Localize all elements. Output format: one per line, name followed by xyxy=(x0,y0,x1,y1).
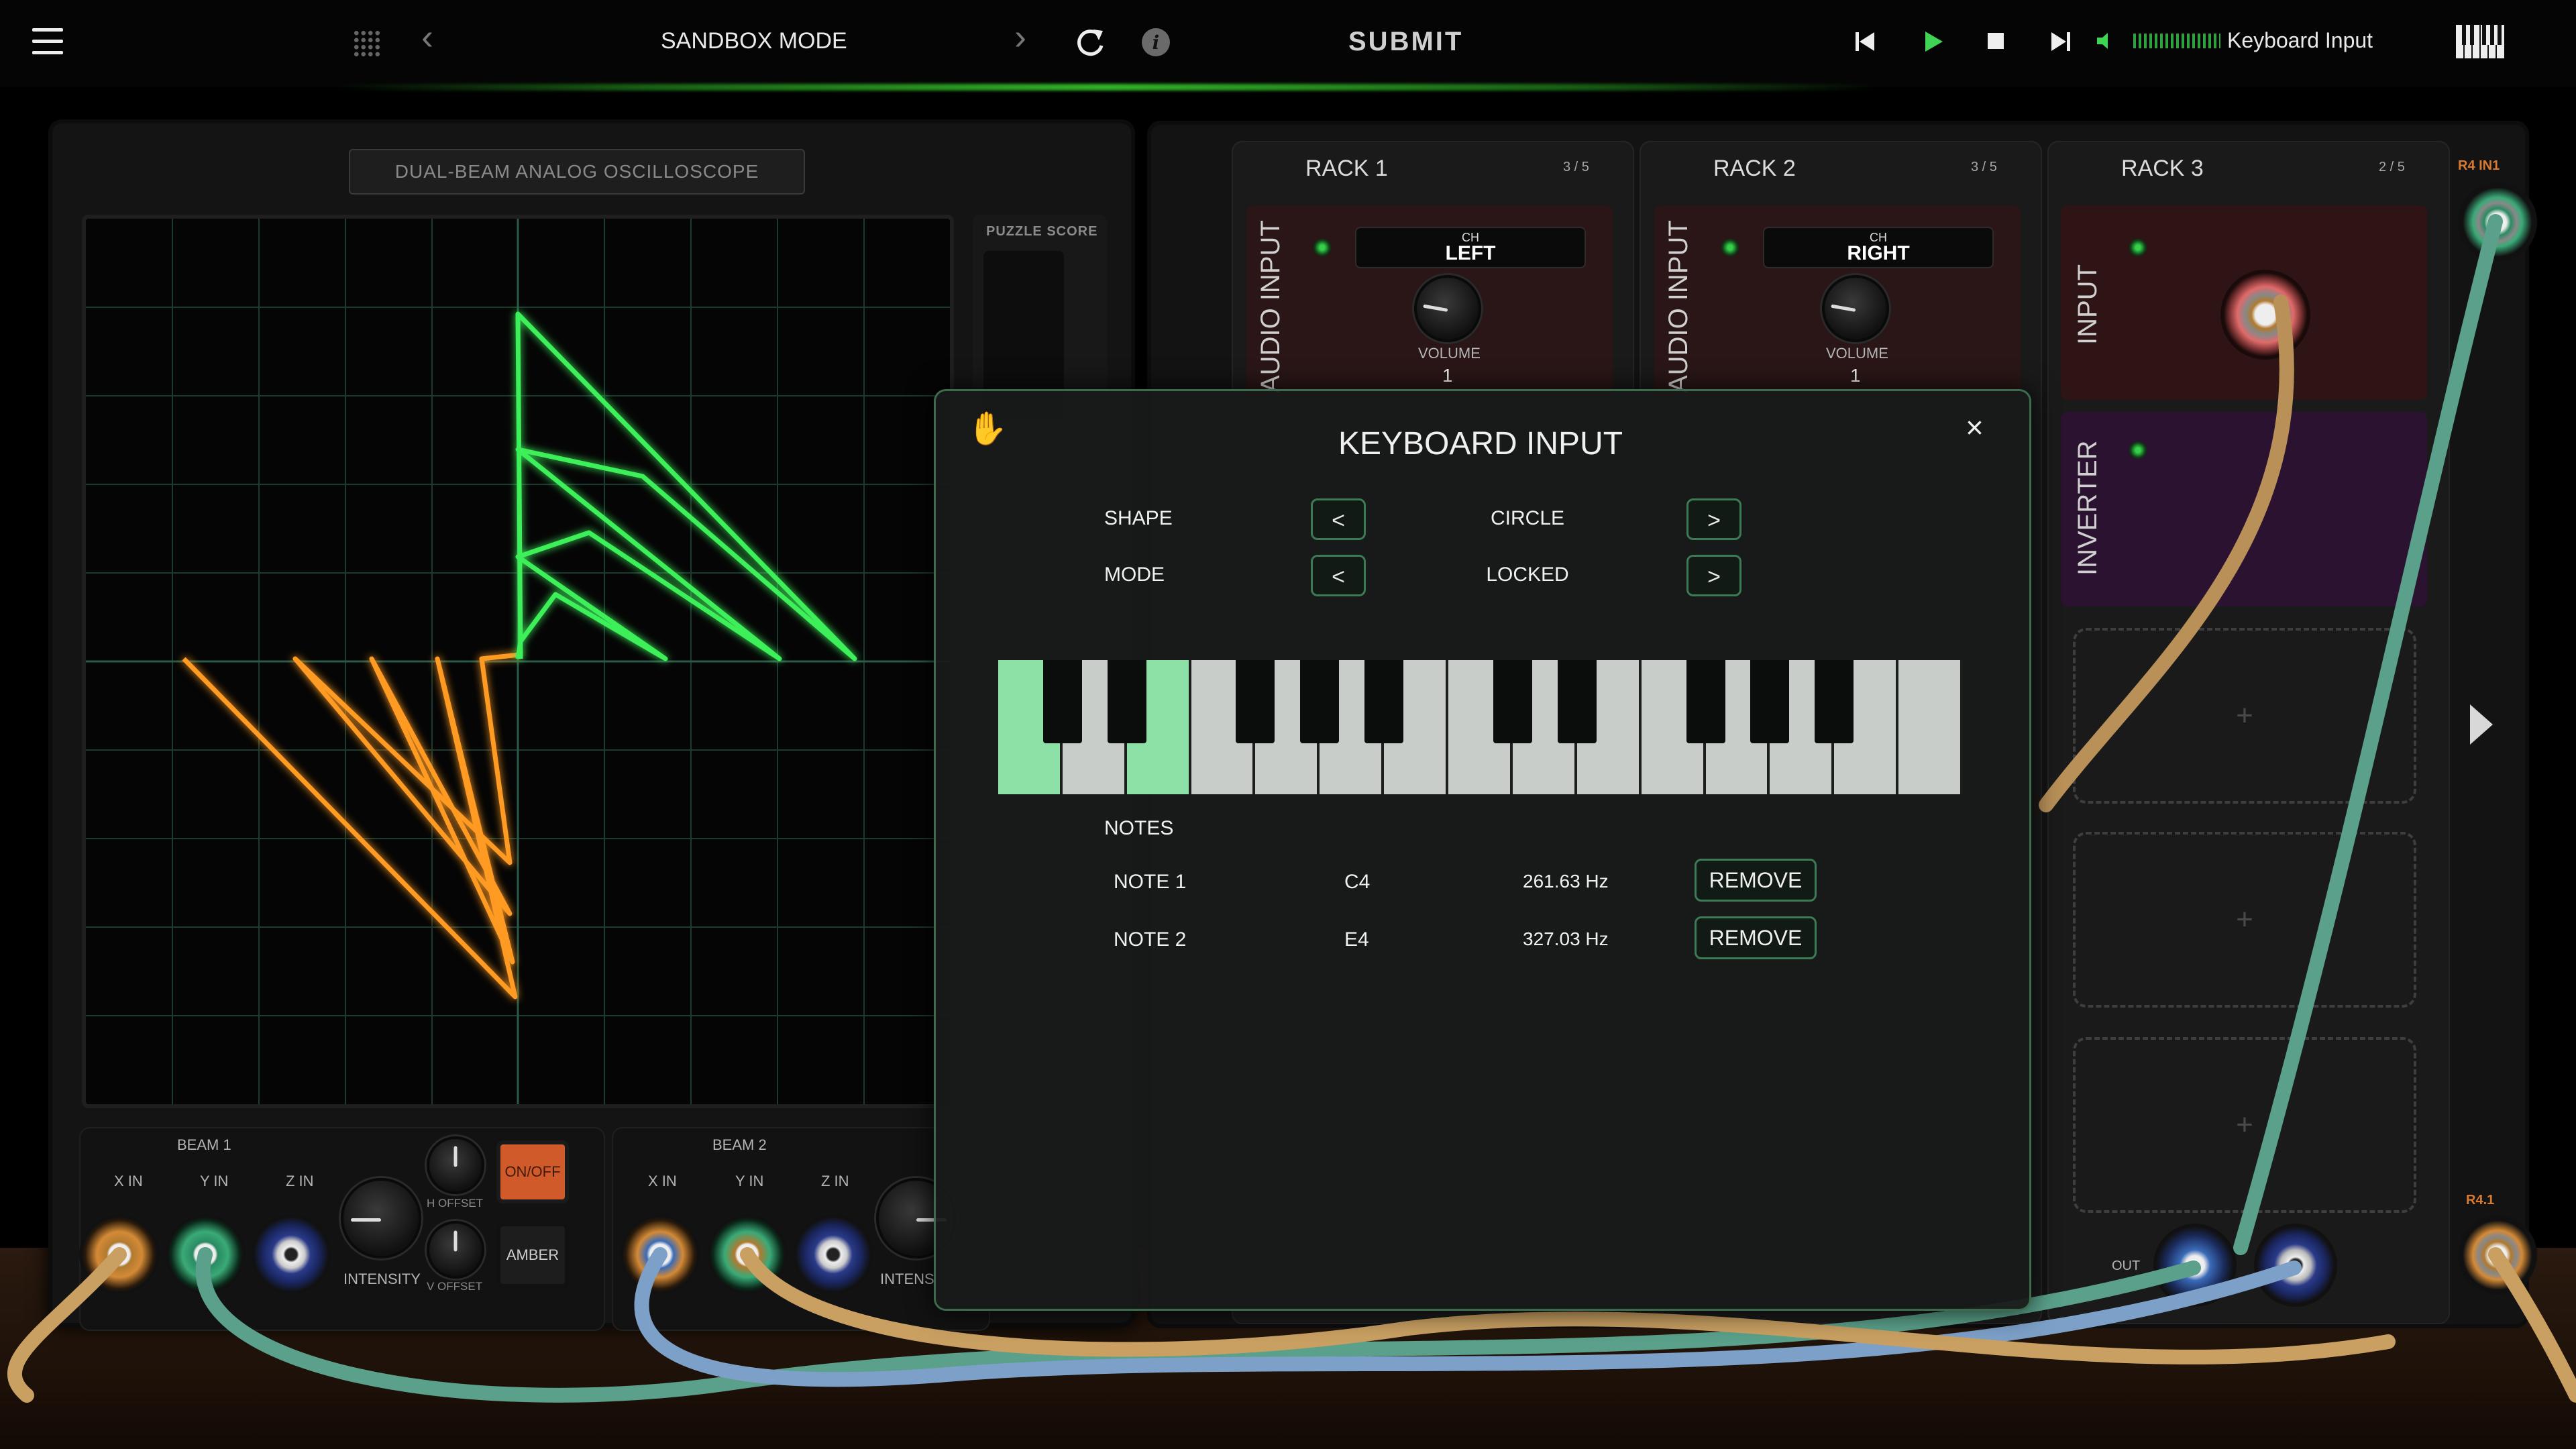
black-key[interactable] xyxy=(1815,660,1854,743)
mode-label: MODE xyxy=(1104,564,1165,586)
black-key[interactable] xyxy=(1557,660,1597,743)
note-1-name: NOTE 1 xyxy=(1114,871,1187,893)
black-key[interactable] xyxy=(1042,660,1082,743)
note-1-frequency: 261.63 Hz xyxy=(1523,871,1609,892)
note-2-name: NOTE 2 xyxy=(1114,928,1187,951)
dialog-title: KEYBOARD INPUT xyxy=(1338,426,1623,462)
close-icon[interactable]: × xyxy=(1966,409,1984,445)
black-key[interactable] xyxy=(1107,660,1146,743)
black-key[interactable] xyxy=(1750,660,1790,743)
white-key[interactable] xyxy=(1898,660,1963,794)
shape-next-button[interactable]: > xyxy=(1686,498,1741,540)
mode-prev-button[interactable]: < xyxy=(1311,555,1366,596)
black-key[interactable] xyxy=(1364,660,1404,743)
note-1-remove-button[interactable]: REMOVE xyxy=(1695,859,1817,902)
black-key[interactable] xyxy=(1236,660,1275,743)
shape-prev-button[interactable]: < xyxy=(1311,498,1366,540)
black-key[interactable] xyxy=(1686,660,1725,743)
mode-value: LOCKED xyxy=(1486,564,1569,586)
notes-label: NOTES xyxy=(1104,817,1174,839)
note-2-frequency: 327.03 Hz xyxy=(1523,928,1609,949)
note-2-pitch: E4 xyxy=(1344,928,1369,951)
note-1-pitch: C4 xyxy=(1344,871,1371,893)
note-2-remove-button[interactable]: REMOVE xyxy=(1695,916,1817,959)
shape-label: SHAPE xyxy=(1104,507,1173,529)
black-key[interactable] xyxy=(1300,660,1340,743)
piano-keyboard[interactable] xyxy=(998,660,1963,794)
black-key[interactable] xyxy=(1493,660,1532,743)
mode-next-button[interactable]: > xyxy=(1686,555,1741,596)
shape-value: CIRCLE xyxy=(1490,507,1565,529)
